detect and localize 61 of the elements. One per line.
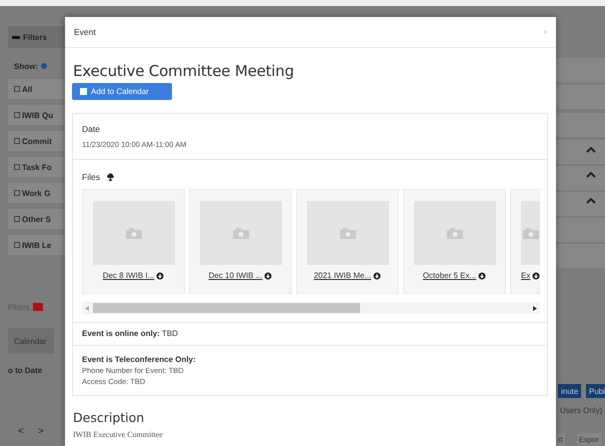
file-tile[interactable]: Ex: [510, 189, 540, 294]
cloud-download-icon[interactable]: [106, 173, 115, 181]
checkbox[interactable]: [14, 216, 20, 222]
chevron-up-icon[interactable]: [586, 147, 596, 153]
checkbox[interactable]: [14, 86, 20, 92]
event-title: Executive Committee Meeting: [73, 62, 295, 80]
download-icon[interactable]: [478, 272, 486, 280]
nav-arrow[interactable]: >: [38, 426, 44, 437]
action-button[interactable]: inute: [558, 384, 582, 398]
date-label: Date: [82, 124, 101, 134]
checkbox[interactable]: [14, 190, 20, 196]
file-link[interactable]: Ex: [521, 271, 530, 280]
filter-option-label: IWIB Le: [22, 240, 52, 250]
go-to-date-label: o to Date: [8, 364, 44, 376]
teleconference-heading: Event is Teleconference Only:: [82, 355, 197, 364]
camera-icon: [340, 228, 356, 238]
checkbox[interactable]: [14, 242, 20, 248]
description-text: IWIB Executive Committee: [73, 430, 164, 439]
filter-option-label: Work G: [22, 188, 50, 198]
calendar-icon: [80, 88, 87, 95]
file-link[interactable]: Dec 10 IWIB ...: [208, 271, 262, 280]
file-tile[interactable]: Dec 8 IWIB I...: [82, 189, 185, 294]
download-icon[interactable]: [264, 272, 272, 280]
description-heading: Description: [73, 410, 146, 425]
add-to-calendar-button[interactable]: Add to Calendar: [72, 83, 172, 100]
files-label: Files: [82, 172, 100, 182]
scroll-left-icon[interactable]: [85, 306, 89, 310]
show-label: Show:: [14, 62, 38, 70]
filter-option-label: Commit: [22, 136, 52, 146]
filter-option-label: Task Fo: [22, 162, 52, 172]
download-icon[interactable]: [373, 272, 382, 280]
file-tile[interactable]: Dec 10 IWIB ...: [189, 189, 292, 294]
filter-option-label: IWIB Qu: [22, 110, 54, 120]
online-info: Event is online only: TBD: [73, 323, 547, 346]
checkbox[interactable]: [14, 112, 20, 118]
file-tile[interactable]: October 5 Ex...: [403, 189, 506, 294]
file-link[interactable]: October 5 Ex...: [422, 271, 476, 280]
modal-title: Event: [74, 27, 96, 37]
download-icon[interactable]: [156, 272, 164, 280]
scroll-right-icon[interactable]: [533, 306, 537, 310]
chevron-up-icon[interactable]: [586, 198, 596, 204]
nav-arrow[interactable]: <: [18, 426, 24, 437]
camera-icon: [126, 228, 142, 238]
camera-icon: [523, 228, 539, 238]
horizontal-scrollbar[interactable]: [82, 302, 540, 314]
minus-icon: [12, 36, 20, 38]
file-tile[interactable]: 2021 IWIB Me...: [296, 189, 399, 294]
file-link[interactable]: Dec 8 IWIB I...: [102, 271, 154, 280]
file-link[interactable]: 2021 IWIB Me...: [314, 271, 372, 280]
filter-option-label: Other S: [22, 214, 51, 224]
checkbox[interactable]: [14, 138, 20, 144]
radio-icon[interactable]: [41, 63, 47, 69]
camera-icon: [232, 228, 248, 238]
download-icon[interactable]: [532, 272, 540, 280]
chevron-up-icon[interactable]: [586, 172, 596, 178]
camera-icon: [446, 228, 462, 238]
action-button[interactable]: Publ: [586, 384, 605, 398]
checkbox[interactable]: [14, 164, 20, 170]
filter-option-label: All: [22, 84, 32, 94]
users-note: Users Only): [560, 406, 602, 415]
clear-badge-icon[interactable]: [32, 303, 43, 311]
